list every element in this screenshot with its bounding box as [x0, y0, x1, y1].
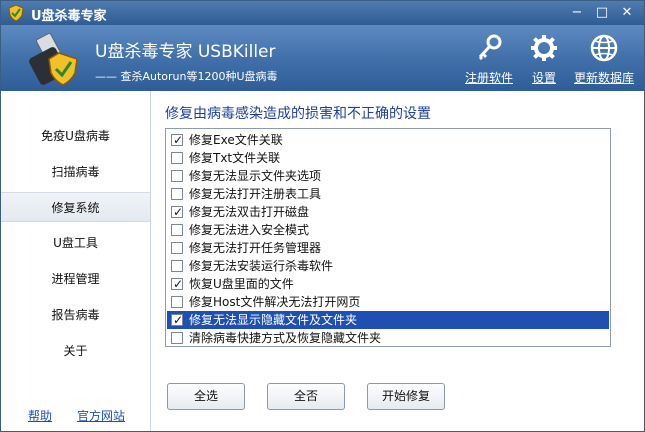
list-item-selected[interactable]: ✓ 修复无法显示隐藏文件及文件夹: [167, 311, 609, 329]
official-site-link[interactable]: 官方网站: [77, 407, 125, 424]
option-label: 修复无法显示文件夹选项: [189, 169, 322, 183]
list-item[interactable]: 修复Txt文件关联: [167, 149, 609, 167]
sidebar-item-report[interactable]: 报告病毒: [1, 300, 150, 330]
option-label: 修复Exe文件关联: [189, 133, 283, 147]
checkbox[interactable]: [171, 332, 183, 344]
option-label: 修复无法打开注册表工具: [189, 187, 322, 201]
list-item[interactable]: 修复Host文件解决无法打开网页: [167, 293, 609, 311]
select-none-button[interactable]: 全否: [267, 383, 345, 410]
list-item[interactable]: 修复无法打开任务管理器: [167, 239, 609, 257]
help-link[interactable]: 帮助: [28, 407, 52, 424]
check-mark-icon: ✓: [173, 313, 184, 327]
option-label: 修复无法进入安全模式: [189, 223, 310, 237]
checkbox[interactable]: [171, 170, 183, 182]
list-item[interactable]: 清除病毒快捷方式及恢复隐藏文件夹: [167, 329, 609, 347]
list-item[interactable]: ✓ 修复Exe文件关联: [167, 131, 609, 149]
option-label: 修复无法打开任务管理器: [189, 241, 322, 255]
app-header: U盘杀毒专家 USBKiller —— 查杀Autorun等1200种U盘病毒 …: [1, 25, 644, 91]
sidebar-item-usb-tools[interactable]: U盘工具: [1, 228, 150, 258]
update-database-button[interactable]: 更新数据库: [568, 29, 640, 89]
start-repair-button[interactable]: 开始修复: [367, 383, 445, 410]
key-icon: [478, 34, 502, 61]
sidebar-item-repair[interactable]: 修复系统: [1, 192, 150, 222]
close-button[interactable]: ✕: [618, 4, 636, 22]
usb-shield-logo-icon: [29, 32, 78, 86]
register-label: 注册软件: [464, 71, 513, 85]
checkbox[interactable]: [171, 296, 183, 308]
checkbox[interactable]: [171, 242, 183, 254]
option-label: 修复Txt文件关联: [189, 151, 281, 165]
globe-icon: [590, 34, 618, 62]
select-all-button[interactable]: 全选: [167, 383, 245, 410]
checkbox[interactable]: [171, 188, 183, 200]
shield-logo-icon: [8, 4, 24, 22]
repair-options-list[interactable]: ✓ 修复Exe文件关联 修复Txt文件关联 修复无法显示文件夹选项 修复无法打开…: [165, 128, 611, 347]
option-label: 修复无法双击打开磁盘: [189, 205, 310, 219]
option-label: 修复无法安装运行杀毒软件: [189, 259, 334, 273]
maximize-button[interactable]: □: [593, 4, 611, 22]
title-bar[interactable]: U盘杀毒专家 − □ ✕: [1, 1, 644, 25]
app-window: U盘杀毒专家 − □ ✕ U盘杀毒专家 USBKiller —— 查杀Autor…: [0, 0, 645, 432]
minimize-button[interactable]: −: [568, 4, 586, 22]
list-item[interactable]: 修复无法打开注册表工具: [167, 185, 609, 203]
list-item[interactable]: 修复无法安装运行杀毒软件: [167, 257, 609, 275]
list-item[interactable]: ✓ 修复无法双击打开磁盘: [167, 203, 609, 221]
checkbox[interactable]: ✓: [171, 205, 184, 219]
app-title: U盘杀毒专家 USBKiller: [95, 42, 276, 62]
checkbox[interactable]: [171, 152, 183, 164]
list-item[interactable]: 修复无法进入安全模式: [167, 221, 609, 239]
sidebar: 免疫U盘病毒 扫描病毒 修复系统 U盘工具 进程管理 报告病毒 关于 帮助 官方…: [1, 91, 151, 431]
checkbox[interactable]: ✓: [171, 133, 184, 147]
settings-button[interactable]: 设置: [524, 29, 564, 89]
sidebar-item-process[interactable]: 进程管理: [1, 264, 150, 294]
settings-label: 设置: [531, 71, 556, 85]
option-label: 清除病毒快捷方式及恢复隐藏文件夹: [189, 331, 382, 345]
gear-icon: [531, 35, 557, 61]
section-title: 修复由病毒感染造成的损害和不正确的设置: [165, 106, 431, 122]
check-mark-icon: ✓: [173, 205, 184, 219]
update-database-label: 更新数据库: [573, 71, 634, 85]
option-label: 修复Host文件解决无法打开网页: [189, 295, 361, 309]
check-mark-icon: ✓: [173, 133, 184, 147]
check-mark-icon: ✓: [173, 277, 184, 291]
checkbox[interactable]: [171, 260, 183, 272]
checkbox[interactable]: ✓: [171, 277, 184, 291]
option-label: 恢复U盘里面的文件: [189, 277, 294, 291]
sidebar-item-immunize[interactable]: 免疫U盘病毒: [1, 121, 150, 151]
sidebar-item-about[interactable]: 关于: [1, 336, 150, 366]
list-item[interactable]: 修复无法显示文件夹选项: [167, 167, 609, 185]
app-subtitle: —— 查杀Autorun等1200种U盘病毒: [95, 70, 278, 83]
list-item[interactable]: ✓ 恢复U盘里面的文件: [167, 275, 609, 293]
option-label: 修复无法显示隐藏文件及文件夹: [189, 313, 358, 327]
main-panel: 修复由病毒感染造成的损害和不正确的设置 ✓ 修复Exe文件关联 修复Txt文件关…: [151, 91, 644, 431]
sidebar-item-scan[interactable]: 扫描病毒: [1, 157, 150, 187]
register-button[interactable]: 注册软件: [459, 29, 519, 89]
checkbox[interactable]: ✓: [171, 313, 184, 327]
checkbox[interactable]: [171, 224, 183, 236]
window-title: U盘杀毒专家: [31, 9, 107, 24]
